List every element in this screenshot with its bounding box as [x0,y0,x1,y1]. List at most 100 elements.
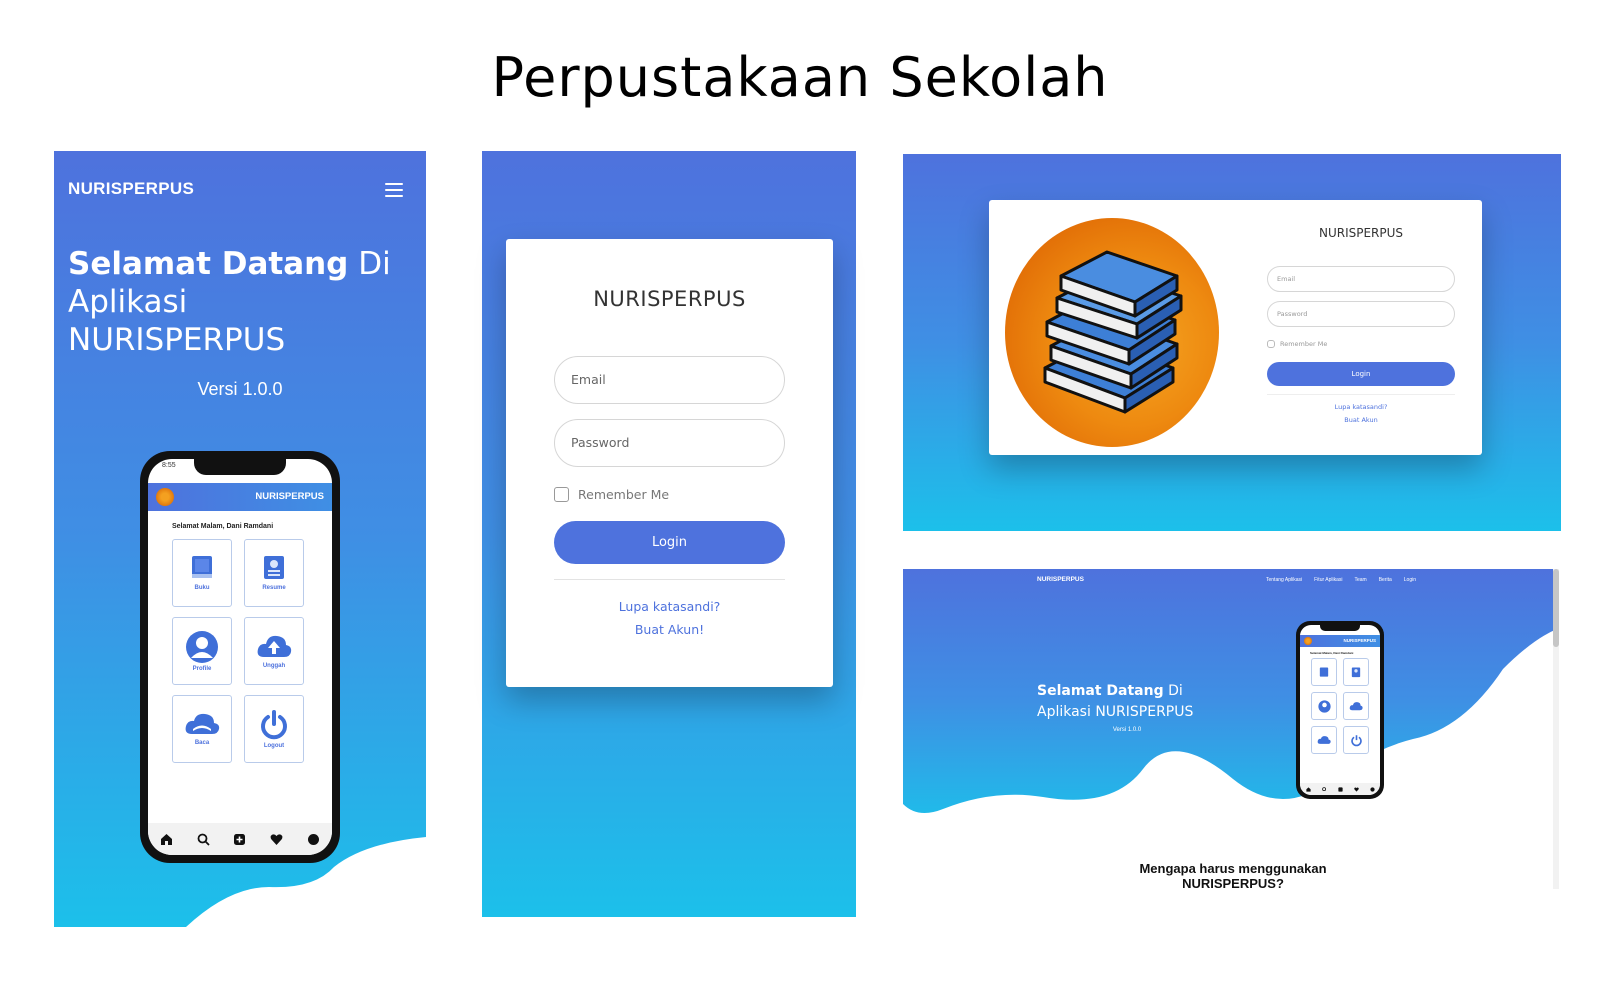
nav-item[interactable]: Team [1354,577,1366,583]
power-icon [1350,734,1362,746]
nav-item[interactable]: Berita [1379,577,1392,583]
top-nav: Tentang Aplikasi Fitur Aplikasi Team Ber… [1266,577,1416,583]
login-card: NURISPERPUS Email Password Remember Me L… [989,200,1482,455]
create-account-link[interactable]: Buat Akun! [506,622,833,637]
tile-label: Unggah [262,663,286,669]
phone-notch [194,459,286,475]
mobile-landing-screen: NURISPERPUS Selamat Datang Di Aplikasi N… [54,151,426,927]
welcome-bold: Selamat Datang [68,246,349,282]
book-icon [192,556,212,578]
tile-label: Baca [194,740,210,746]
add-icon[interactable] [1337,786,1343,792]
cloud-upload-icon [1349,702,1363,711]
app-logo-icon [1304,637,1312,645]
tile-buku[interactable] [1311,658,1337,686]
phone-app-title: NURISPERPUS [1343,638,1376,643]
desktop-landing-screen: NURISPERPUS Tentang Aplikasi Fitur Aplik… [903,569,1561,889]
mobile-login-screen: NURISPERPUS Email Password Remember Me L… [482,151,856,917]
document-icon [1351,667,1361,677]
power-icon [261,710,287,740]
section-heading: Mengapa harus menggunakan NURISPERPUS? [1103,861,1363,889]
login-button[interactable]: Login [1267,362,1455,386]
nav-item[interactable]: Tentang Aplikasi [1266,577,1302,583]
brand-logo-text[interactable]: NURISPERPUS [68,179,194,199]
login-title: NURISPERPUS [593,287,746,311]
nav-item[interactable]: Login [1404,577,1416,583]
remember-me-checkbox[interactable] [1267,340,1275,348]
forgot-password-link[interactable]: Lupa katasandi? [506,599,833,614]
phone-screen: NURISPERPUS Selamat Malam, Dani Ramdani [1300,625,1380,795]
tile-logout[interactable]: Logout [244,695,304,763]
user-icon [186,631,218,663]
user-icon [1317,699,1331,713]
login-button[interactable]: Login [554,521,785,564]
password-field[interactable]: Password [554,419,785,467]
email-field[interactable]: Email [1267,266,1455,292]
password-placeholder: Password [1277,310,1308,318]
phone-screen: 8:55 NURISPERPUS Selamat Malam, Dani Ram… [148,459,332,855]
tile-profile[interactable] [1311,692,1337,720]
tile-label: Logout [263,743,285,749]
email-field[interactable]: Email [554,356,785,404]
forgot-password-link[interactable]: Lupa katasandi? [1267,403,1455,411]
password-placeholder: Password [571,435,630,450]
tile-resume[interactable]: Resume [244,539,304,607]
tile-logout[interactable] [1343,726,1369,754]
tile-unggah[interactable]: Unggah [244,617,304,685]
phone-app-header: NURISPERPUS [148,483,332,511]
phone-app-header: NURISPERPUS [1300,635,1380,647]
tile-unggah[interactable] [1343,692,1369,720]
remember-me-checkbox[interactable] [554,487,569,502]
create-account-link[interactable]: Buat Akun [1267,416,1455,424]
welcome-heading: Selamat Datang Di Aplikasi NURISPERPUS [68,245,408,359]
greeting-text: Selamat Malam, Dani Ramdani [172,523,274,530]
tile-label: Profile [192,666,212,672]
scrollbar-thumb[interactable] [1553,569,1559,647]
books-stack-icon [1005,218,1219,447]
welcome-line-2: Aplikasi [68,284,188,320]
brand-logo-text[interactable]: NURISPERPUS [1037,576,1084,583]
hamburger-icon[interactable] [385,183,403,197]
tile-baca[interactable] [1311,726,1337,754]
cloud-read-icon [1317,736,1331,744]
divider [554,579,785,580]
cloud-upload-icon [257,635,292,657]
nav-item[interactable]: Fitur Aplikasi [1314,577,1342,583]
menu-grid: Buku Resume Profile Unggah Baca Logout [172,539,304,763]
version-label: Versi 1.0.0 [1112,727,1142,733]
welcome-bold: Selamat Datang [1037,683,1164,699]
welcome-line-3: NURISPERPUS [68,322,286,358]
welcome-line-2: Aplikasi NURISPERPUS [1037,704,1194,720]
tile-buku[interactable]: Buku [172,539,232,607]
app-logo-icon [156,488,174,506]
welcome-rest: Di [348,246,391,282]
section-heading-line-2: NURISPERPUS? [1182,876,1284,889]
section-heading-line-1: Mengapa harus menggunakan [1139,861,1327,876]
login-title: NURISPERPUS [1318,226,1404,240]
page-title: Perpustakaan Sekolah [491,46,1109,109]
menu-grid [1311,658,1369,754]
cloud-read-icon [185,713,220,734]
search-icon[interactable] [1321,786,1327,792]
phone-mockup: 8:55 NURISPERPUS Selamat Malam, Dani Ram… [140,451,340,863]
profile-dot-icon[interactable] [1369,786,1375,792]
scrollbar[interactable] [1553,569,1559,889]
tile-label: Resume [262,585,286,591]
tile-profile[interactable]: Profile [172,617,232,685]
remember-me-row: Remember Me [1267,340,1327,348]
remember-me-label[interactable]: Remember Me [1280,340,1327,348]
status-time: 8:55 [162,462,176,469]
password-field[interactable]: Password [1267,301,1455,327]
decorative-wave [186,837,426,927]
remember-me-label[interactable]: Remember Me [578,487,669,502]
heart-icon[interactable] [1353,787,1359,792]
book-icon [1319,667,1329,677]
tile-resume[interactable] [1343,658,1369,686]
remember-me-row: Remember Me [554,487,669,502]
home-icon[interactable] [1305,786,1311,792]
tile-baca[interactable]: Baca [172,695,232,763]
welcome-heading: Selamat Datang Di Aplikasi NURISPERPUS [1037,681,1193,723]
phone-mockup: NURISPERPUS Selamat Malam, Dani Ramdani [1296,621,1384,799]
phone-bottom-nav [1300,783,1380,795]
decorative-wave [903,629,1557,849]
